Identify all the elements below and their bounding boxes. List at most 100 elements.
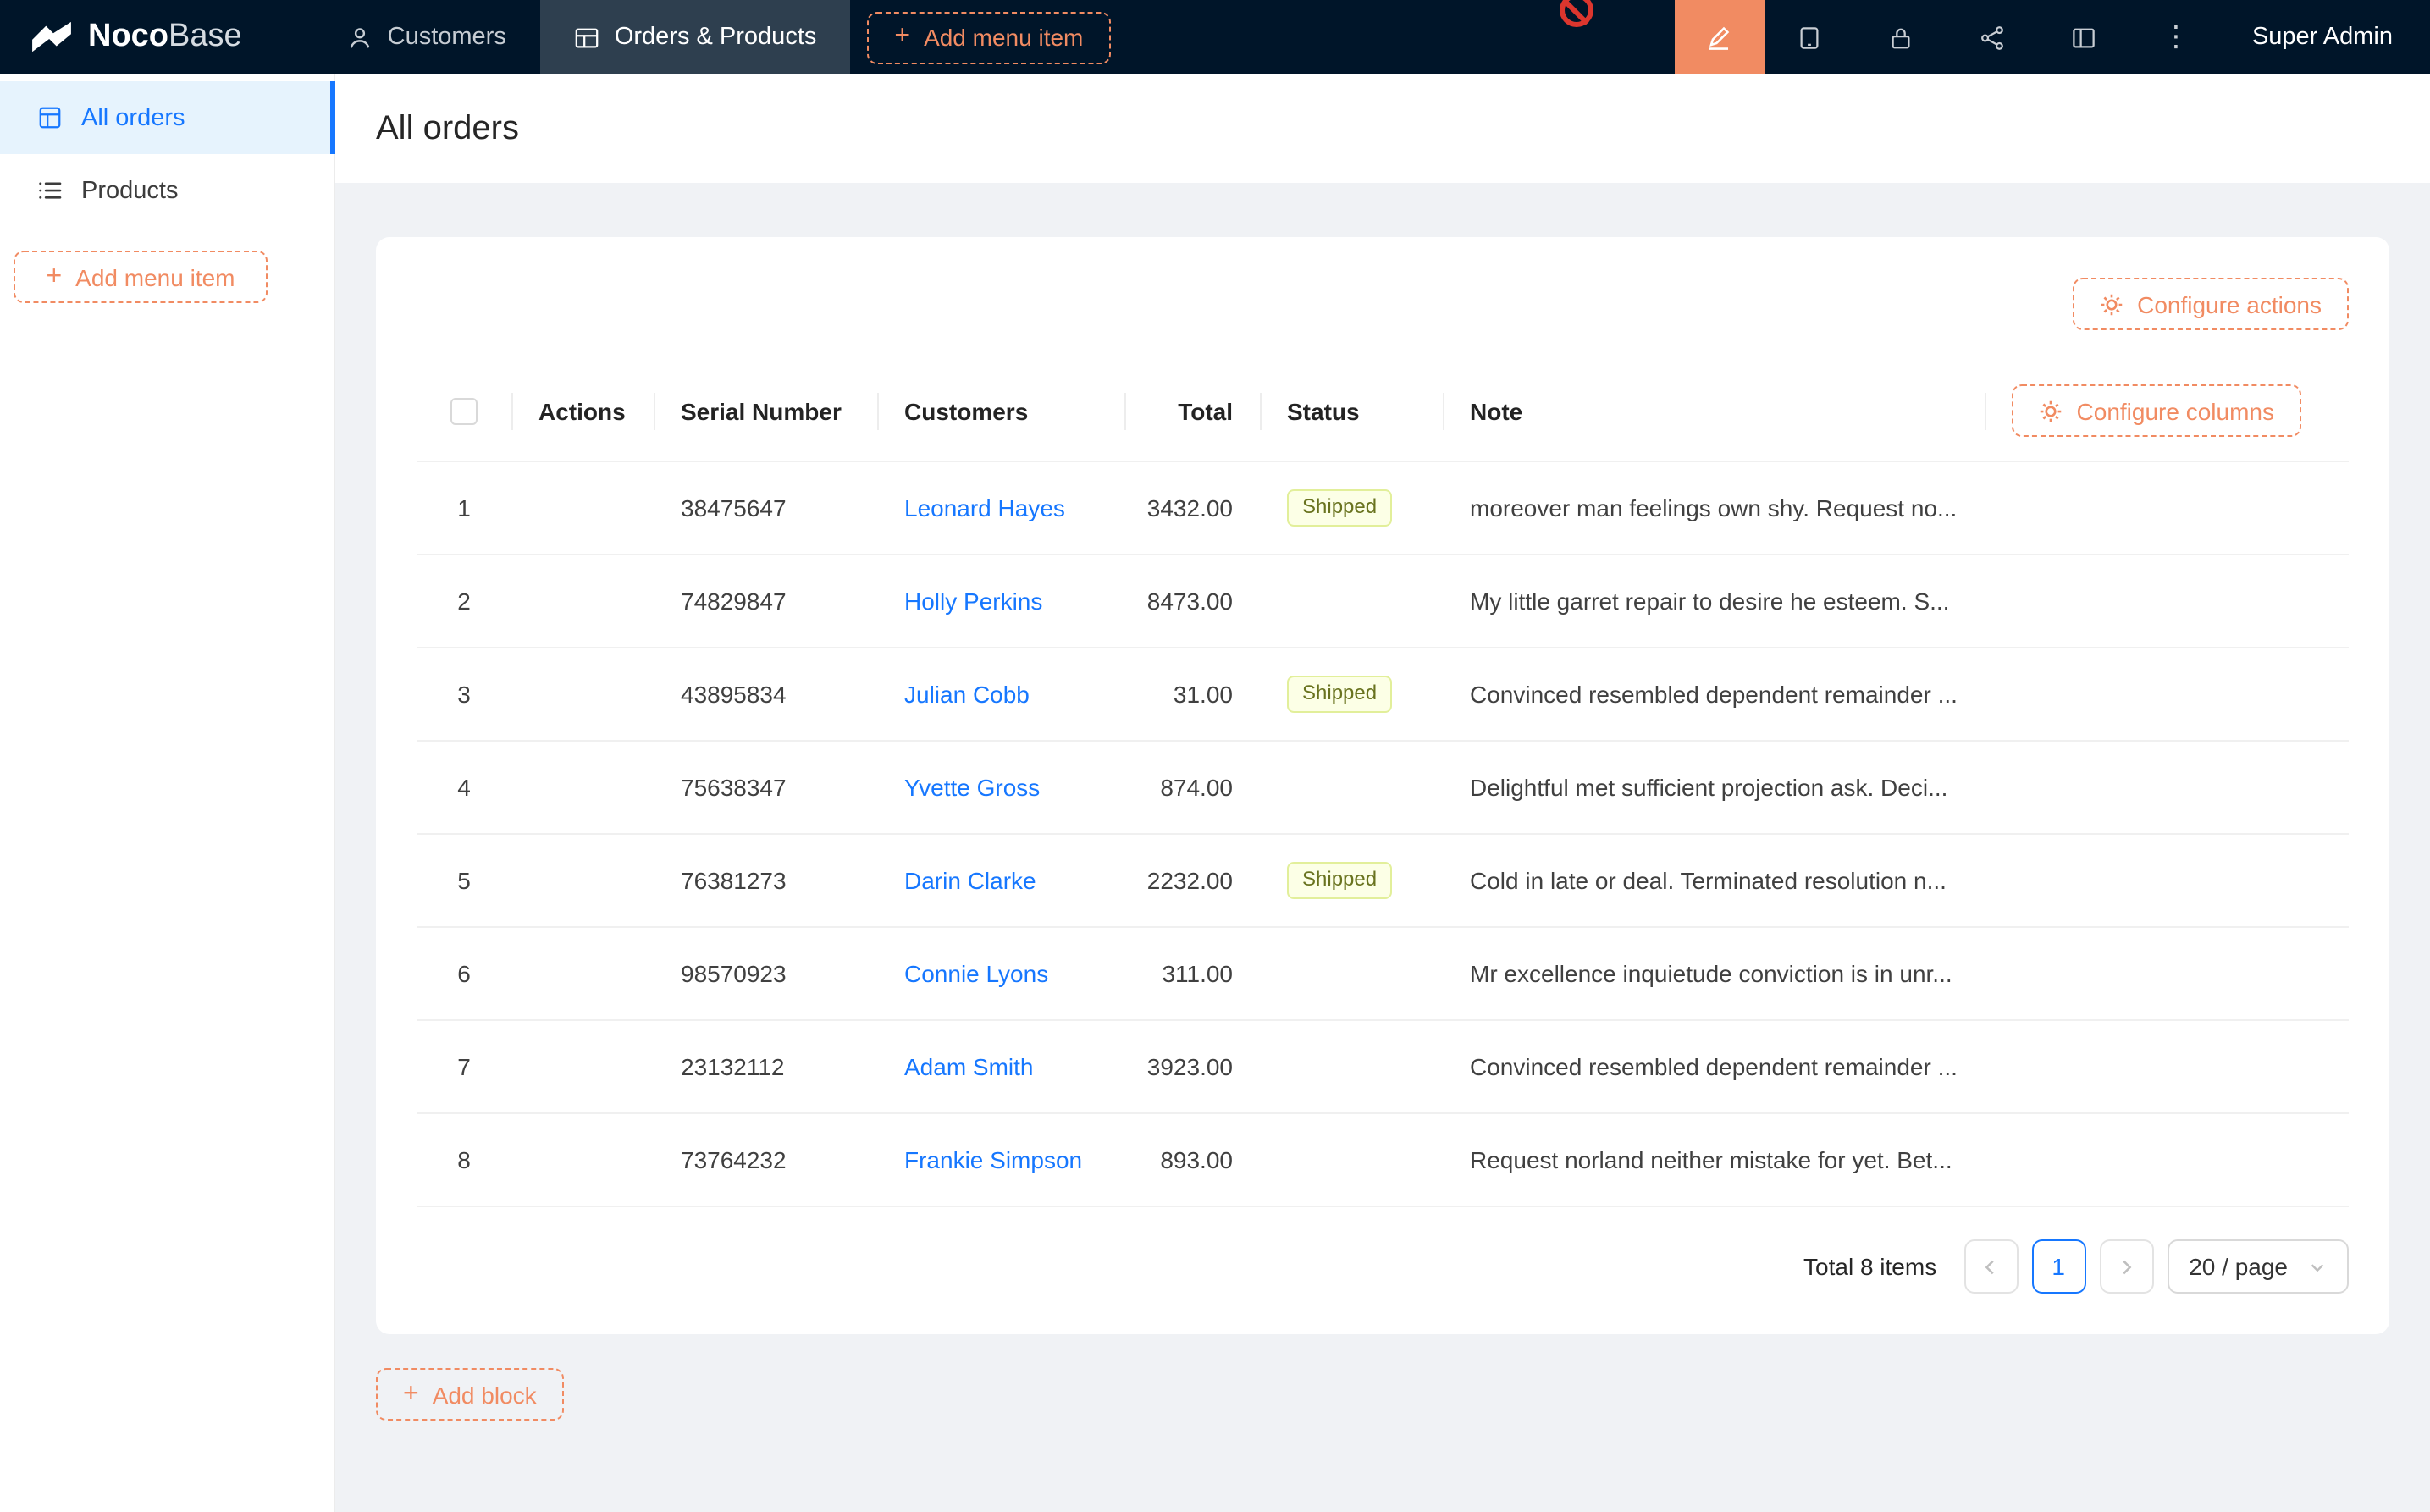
pagination-page-1[interactable]: 1 [2031, 1239, 2085, 1294]
page-size-value: 20 / page [2189, 1253, 2288, 1280]
gear-icon [2100, 292, 2123, 316]
row-index-cell[interactable]: 3 [417, 648, 511, 740]
customer-cell: Leonard Hayes [877, 462, 1124, 554]
chevron-left-icon [1981, 1257, 2000, 1276]
note-text: Request norland neither mistake for yet.… [1443, 1114, 2349, 1206]
note-text: Mr excellence inquietude conviction is i… [1443, 928, 2349, 1019]
orders-table-card: Configure actions Actions Serial Number … [376, 237, 2389, 1334]
pagination-total: Total 8 items [1803, 1253, 1936, 1280]
status-tag: Shipped [1287, 676, 1392, 712]
customer-link[interactable]: Darin Clarke [904, 867, 1036, 894]
row-index-cell[interactable]: 1 [417, 462, 511, 554]
column-header-serial-number: Serial Number [654, 361, 877, 461]
table-row[interactable]: 8 73764232 Frankie Simpson 893.00 R [417, 1114, 2349, 1207]
layout-button[interactable] [2039, 0, 2130, 74]
customer-link[interactable]: Adam Smith [904, 1053, 1034, 1080]
customer-link[interactable]: Julian Cobb [904, 681, 1030, 708]
row-index-cell[interactable]: 7 [417, 1021, 511, 1112]
select-all-checkbox[interactable] [450, 397, 478, 424]
table-row[interactable]: 7 23132112 Adam Smith 3923.00 Convi [417, 1021, 2349, 1114]
status-cell [1260, 555, 1443, 647]
customer-link[interactable]: Leonard Hayes [904, 494, 1065, 521]
row-index: 3 [457, 681, 471, 708]
blocked-cursor-icon [1560, 0, 1593, 27]
plus-icon: + [403, 1381, 419, 1408]
configure-columns-cell: Configure columns [1985, 361, 2349, 461]
customer-link[interactable]: Frankie Simpson [904, 1146, 1082, 1173]
customer-link[interactable]: Yvette Gross [904, 774, 1040, 801]
frame: All orders Products + Add menu item All … [0, 74, 2430, 1512]
status-cell: Shipped [1260, 462, 1443, 554]
configure-actions-button[interactable]: Configure actions [2073, 278, 2349, 330]
row-index-cell[interactable]: 6 [417, 928, 511, 1019]
nav-item-customers[interactable]: Customers [313, 0, 540, 74]
table-row[interactable]: 2 74829847 Holly Perkins 8473.00 My [417, 555, 2349, 648]
column-header-customers: Customers [877, 361, 1124, 461]
customer-link[interactable]: Holly Perkins [904, 588, 1042, 615]
api-doc-button[interactable] [1947, 0, 2039, 74]
highlighter-icon [1706, 24, 1733, 51]
orders-icon [37, 105, 63, 130]
page-header: All orders [335, 74, 2430, 183]
note-text: moreover man feelings own shy. Request n… [1443, 462, 2349, 554]
nocobase-logo[interactable]: NocoBase [0, 0, 269, 74]
serial-number-value: 98570923 [654, 928, 877, 1019]
pagination-next-button[interactable] [2099, 1239, 2153, 1294]
status-cell: Shipped [1260, 835, 1443, 926]
nav-item-orders-products[interactable]: Orders & Products [540, 0, 851, 74]
total-value: 31.00 [1124, 648, 1260, 740]
note-text: Cold in late or deal. Terminated resolut… [1443, 835, 2349, 926]
configure-actions-label: Configure actions [2137, 290, 2322, 317]
sidebar: All orders Products + Add menu item [0, 74, 335, 1512]
table-row[interactable]: 1 38475647 Leonard Hayes 3432.00 Shipped [417, 462, 2349, 555]
ellipsis-vertical-icon: ⋮ [2162, 20, 2190, 54]
status-cell [1260, 742, 1443, 833]
row-index-cell[interactable]: 5 [417, 835, 511, 926]
row-index-cell[interactable]: 2 [417, 555, 511, 647]
serial-number-value: 38475647 [654, 462, 877, 554]
table-row[interactable]: 6 98570923 Connie Lyons 311.00 Mr e [417, 928, 2349, 1021]
table-row[interactable]: 3 43895834 Julian Cobb 31.00 Shipped [417, 648, 2349, 742]
row-index: 8 [457, 1146, 471, 1173]
table-body: 1 38475647 Leonard Hayes 3432.00 Shipped [417, 462, 2349, 1207]
list-icon [37, 178, 63, 203]
pagination: Total 8 items 1 [417, 1239, 2349, 1294]
row-index: 1 [457, 494, 471, 521]
tablet-icon [1798, 25, 1823, 50]
pagination-prev-button[interactable] [1963, 1239, 2018, 1294]
add-menu-item-button-side[interactable]: + Add menu item [14, 251, 268, 303]
configure-columns-label: Configure columns [2077, 397, 2274, 424]
share-nodes-icon [1980, 25, 2006, 50]
row-actions-cell [511, 648, 654, 740]
table-row[interactable]: 5 76381273 Darin Clarke 2232.00 Shipped [417, 835, 2349, 928]
table-row[interactable]: 4 75638347 Yvette Gross 874.00 Deli [417, 742, 2349, 835]
customer-cell: Julian Cobb [877, 648, 1124, 740]
select-all-cell [417, 361, 511, 461]
page-size-select[interactable]: 20 / page [2167, 1239, 2349, 1294]
serial-number-value: 75638347 [654, 742, 877, 833]
customer-link[interactable]: Connie Lyons [904, 960, 1048, 987]
ui-editor-button[interactable] [1675, 0, 1765, 74]
page-title: All orders [376, 109, 519, 148]
lock-button[interactable] [1856, 0, 1947, 74]
add-menu-item-label: Add menu item [924, 24, 1083, 51]
gear-icon [2040, 399, 2063, 422]
row-actions-cell [511, 1021, 654, 1112]
add-menu-item-button-top[interactable]: + Add menu item [867, 11, 1110, 63]
card-actions: Configure actions [417, 278, 2349, 330]
row-index-cell[interactable]: 4 [417, 742, 511, 833]
configure-columns-button[interactable]: Configure columns [2013, 384, 2301, 437]
more-menu-button[interactable]: ⋮ [2130, 0, 2222, 74]
serial-number-value: 76381273 [654, 835, 877, 926]
mobile-preview-button[interactable] [1765, 0, 1856, 74]
row-index-cell[interactable]: 8 [417, 1114, 511, 1206]
logo-text: NocoBase [88, 19, 242, 56]
sidebar-item-all-orders[interactable]: All orders [0, 81, 334, 154]
app: NocoBase Customers Orders & Products + A… [0, 0, 2430, 1512]
user-icon [347, 25, 373, 50]
user-menu[interactable]: Super Admin [2222, 0, 2430, 74]
status-cell: Shipped [1260, 648, 1443, 740]
total-value: 893.00 [1124, 1114, 1260, 1206]
add-block-button[interactable]: + Add block [376, 1368, 564, 1421]
sidebar-item-products[interactable]: Products [0, 154, 334, 227]
